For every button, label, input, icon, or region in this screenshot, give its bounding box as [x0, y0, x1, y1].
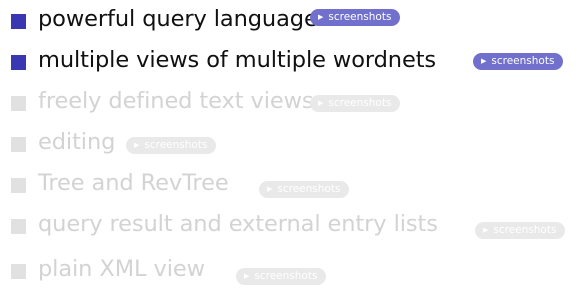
list-item-editing: editing ▶ screenshots: [0, 123, 587, 163]
list-item-text-views: freely defined text views ▶ screenshots: [0, 82, 587, 122]
square-bullet-icon: [11, 178, 26, 193]
screenshots-button[interactable]: ▶ screenshots: [310, 9, 401, 26]
square-bullet-icon: [11, 264, 26, 279]
feature-list: powerful query language ▶ screenshots mul…: [0, 0, 587, 294]
item-label: query result and external entry lists: [38, 211, 438, 237]
list-item-tree-revtree: Tree and RevTree ▶ screenshots: [0, 164, 587, 204]
triangle-right-icon: ▶: [134, 141, 140, 149]
list-item-multiple-views: multiple views of multiple wordnets ▶ scr…: [0, 41, 587, 81]
screenshots-button-label: screenshots: [277, 183, 341, 195]
list-item-query-language: powerful query language ▶ screenshots: [0, 0, 587, 40]
list-item-result-lists: query result and external entry lists ▶ s…: [0, 205, 587, 245]
triangle-right-icon: ▶: [267, 185, 273, 193]
screenshots-button[interactable]: ▶ screenshots: [259, 181, 350, 198]
square-bullet-icon: [11, 219, 26, 234]
list-item-xml-view: plain XML view ▶ screenshots: [0, 246, 587, 286]
triangle-right-icon: ▶: [318, 99, 324, 107]
screenshots-button-label: screenshots: [144, 139, 208, 151]
triangle-right-icon: ▶: [318, 13, 324, 21]
item-label: plain XML view: [38, 256, 205, 282]
square-bullet-icon: [11, 55, 26, 70]
triangle-right-icon: ▶: [481, 57, 487, 65]
item-label: freely defined text views: [38, 88, 314, 114]
screenshots-button-label: screenshots: [328, 11, 392, 23]
triangle-right-icon: ▶: [483, 226, 489, 234]
screenshots-button[interactable]: ▶ screenshots: [473, 53, 564, 70]
item-label: multiple views of multiple wordnets: [38, 47, 437, 73]
screenshots-button[interactable]: ▶ screenshots: [310, 95, 401, 112]
item-label: Tree and RevTree: [38, 170, 229, 196]
triangle-right-icon: ▶: [244, 272, 250, 280]
item-label: editing: [38, 129, 116, 155]
item-label: powerful query language: [38, 6, 318, 32]
square-bullet-icon: [11, 96, 26, 111]
screenshots-button[interactable]: ▶ screenshots: [126, 137, 217, 154]
screenshots-button-label: screenshots: [491, 55, 555, 67]
screenshots-button[interactable]: ▶ screenshots: [236, 268, 327, 285]
square-bullet-icon: [11, 137, 26, 152]
screenshots-button-label: screenshots: [254, 270, 318, 282]
screenshots-button-label: screenshots: [493, 224, 557, 236]
screenshots-button-label: screenshots: [328, 97, 392, 109]
square-bullet-icon: [11, 14, 26, 29]
screenshots-button[interactable]: ▶ screenshots: [475, 222, 566, 239]
